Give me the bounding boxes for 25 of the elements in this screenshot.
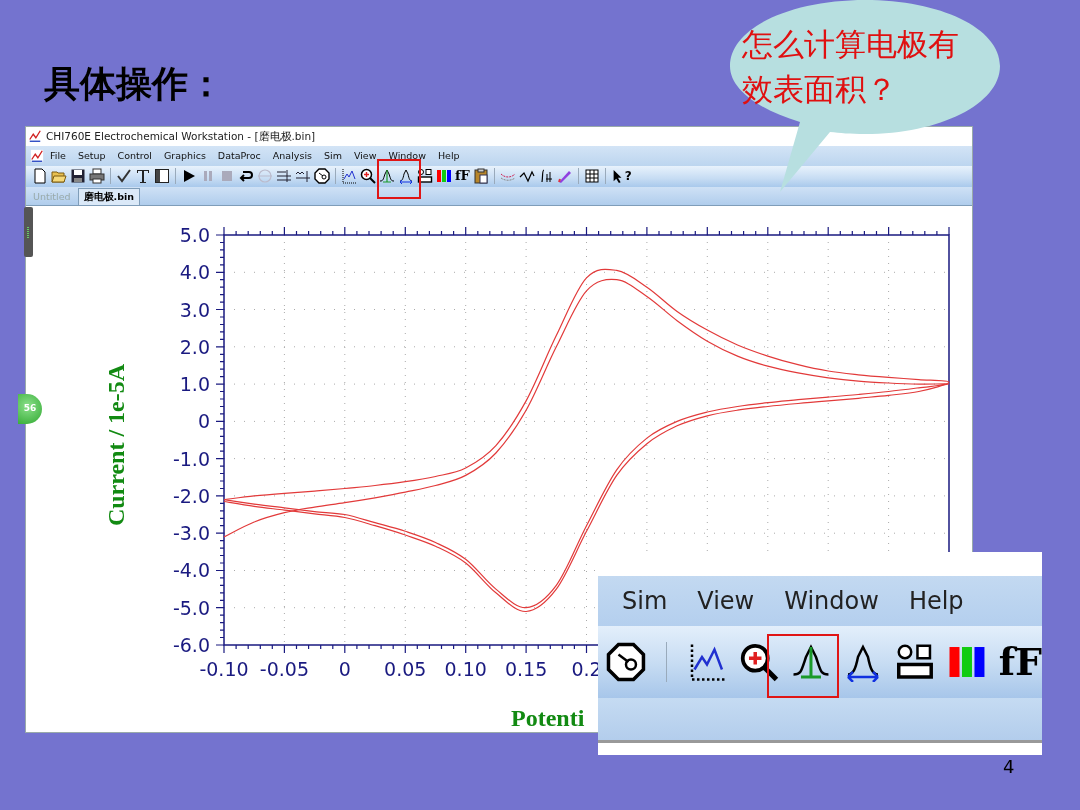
tick-label: 4.0 <box>179 261 210 284</box>
tick-label: 0.10 <box>444 658 487 680</box>
tick-label: -3.0 <box>172 522 210 545</box>
tick-label: 0 <box>197 410 210 433</box>
tick-label: -0.05 <box>259 658 309 680</box>
axis-title: Current / 1e-5A <box>103 363 129 527</box>
tick-label: -0.10 <box>199 658 249 680</box>
tick-label: -1.0 <box>172 447 210 470</box>
callout-text: 怎么计算电极有效表面积？ <box>742 25 960 109</box>
window-title: CHI760E Electrochemical Workstation - [磨电极.bin] <box>46 128 316 144</box>
tick-label: 2.0 <box>179 335 210 358</box>
tick-label: 1.0 <box>179 373 210 396</box>
axis-title: Potenti <box>511 705 585 731</box>
slide-title: 具体操作： <box>44 62 224 106</box>
tick-label: -4.0 <box>172 559 210 582</box>
tick-label: -2.0 <box>172 484 210 507</box>
tick-label: -6.0 <box>172 634 210 656</box>
tick-label: 5.0 <box>179 224 210 246</box>
tick-label: 0.15 <box>504 658 548 680</box>
tick-label: 0.05 <box>384 658 427 680</box>
tick-label: 0 <box>338 658 351 680</box>
page-badge: 56 <box>18 394 42 424</box>
tick-label: -5.0 <box>172 596 210 619</box>
tick-label: 3.0 <box>179 298 210 321</box>
page-number: 4 <box>1003 758 1015 776</box>
